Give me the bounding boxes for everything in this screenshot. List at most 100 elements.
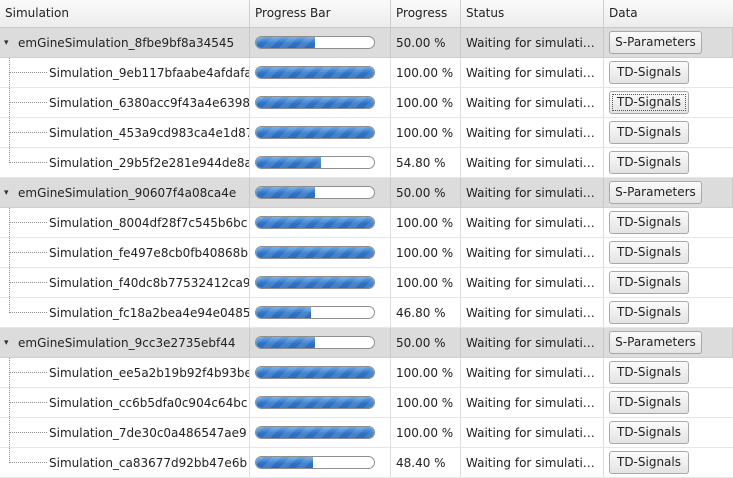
- td-signals-button[interactable]: TD-Signals: [609, 61, 689, 84]
- child-row[interactable]: Simulation_f40dc8b77532412ca9 100.00 % Wai…: [0, 268, 733, 298]
- progress-bar: [255, 156, 375, 169]
- status-cell: Waiting for simulation...: [461, 298, 604, 327]
- s-parameters-button[interactable]: S-Parameters: [609, 331, 702, 354]
- td-signals-button[interactable]: TD-Signals: [609, 451, 689, 474]
- progress-bar: [255, 426, 375, 439]
- group-name: emGineSimulation_90607f4a08ca4e: [18, 185, 237, 200]
- progress-value: 100.00 %: [391, 268, 461, 297]
- td-signals-button[interactable]: TD-Signals: [609, 271, 689, 294]
- progress-bar-fill: [256, 97, 374, 108]
- td-signals-button[interactable]: TD-Signals: [609, 121, 689, 144]
- data-cell: TD-Signals: [604, 418, 733, 447]
- progress-value: 48.40 %: [391, 448, 461, 477]
- progress-bar: [255, 366, 375, 379]
- group-row[interactable]: ▾ emGineSimulation_9cc3e2735ebf44 50.00 % W…: [0, 328, 733, 358]
- status-text: Waiting for simulation...: [466, 95, 599, 110]
- simulation-cell: Simulation_cc6b5dfa0c904c64bc: [0, 388, 250, 417]
- column-header-simulation[interactable]: Simulation: [0, 0, 250, 27]
- child-row[interactable]: Simulation_ee5a2b19b92f4b93be 100.00 % Wai…: [0, 358, 733, 388]
- progress-bar-fill: [256, 367, 374, 378]
- simulation-cell: Simulation_29b5f2e281e944de8a: [0, 148, 250, 177]
- tree-line-horizontal: [9, 72, 47, 73]
- data-cell: TD-Signals: [604, 358, 733, 387]
- tree-line-vertical: [9, 448, 10, 463]
- tree-line-horizontal: [9, 462, 47, 463]
- progress-bar: [255, 306, 375, 319]
- progress-bar-fill: [256, 187, 315, 198]
- child-row[interactable]: Simulation_453a9cd983ca4e1d87 100.00 % Wai…: [0, 118, 733, 148]
- status-text: Waiting for simulation...: [466, 395, 599, 410]
- td-signals-button[interactable]: TD-Signals: [609, 211, 689, 234]
- column-header-progress-bar[interactable]: Progress Bar: [250, 0, 391, 27]
- simulation-name: Simulation_453a9cd983ca4e1d87: [49, 125, 249, 140]
- expand-arrow-icon[interactable]: ▾: [4, 338, 15, 348]
- child-row[interactable]: Simulation_fc18a2bea4e94e0485 46.80 % Wait…: [0, 298, 733, 328]
- status-cell: Waiting for simulation...: [461, 58, 604, 87]
- progress-value: 100.00 %: [391, 118, 461, 147]
- group-row[interactable]: ▾ emGineSimulation_90607f4a08ca4e 50.00 % W…: [0, 178, 733, 208]
- column-header-status[interactable]: Status: [461, 0, 604, 27]
- progress-value: 100.00 %: [391, 418, 461, 447]
- td-signals-button[interactable]: TD-Signals: [609, 421, 689, 444]
- td-signals-button[interactable]: TD-Signals: [609, 151, 689, 174]
- td-signals-button[interactable]: TD-Signals: [609, 91, 689, 114]
- progress-bar-fill: [256, 217, 374, 228]
- td-signals-button[interactable]: TD-Signals: [609, 391, 689, 414]
- data-cell: S-Parameters: [604, 178, 733, 207]
- child-row[interactable]: Simulation_8004df28f7c545b6bc 100.00 % Wai…: [0, 208, 733, 238]
- data-cell: TD-Signals: [604, 388, 733, 417]
- progress-bar: [255, 126, 375, 139]
- simulation-name: Simulation_ca83677d92bb47e6b: [49, 455, 248, 470]
- child-row[interactable]: Simulation_7de30c0a486547ae9 100.00 % Wait…: [0, 418, 733, 448]
- s-parameters-button[interactable]: S-Parameters: [609, 181, 702, 204]
- status-cell: Waiting for simulation...: [461, 268, 604, 297]
- child-row[interactable]: Simulation_9eb117bfaabe4afdafa 100.00 % Wa…: [0, 58, 733, 88]
- status-text: Waiting for simulation...: [466, 185, 599, 200]
- child-row[interactable]: Simulation_ca83677d92bb47e6b 48.40 % Waiti…: [0, 448, 733, 478]
- progress-bar-fill: [256, 397, 374, 408]
- simulation-name: Simulation_8004df28f7c545b6bc: [49, 215, 248, 230]
- progress-bar: [255, 36, 375, 49]
- progress-value: 46.80 %: [391, 298, 461, 327]
- progress-bar-cell: [250, 358, 391, 387]
- data-cell: TD-Signals: [604, 238, 733, 267]
- progress-bar-cell: [250, 298, 391, 327]
- progress-bar-fill: [256, 277, 374, 288]
- child-row[interactable]: Simulation_6380acc9f43a4e6398 100.00 % Wai…: [0, 88, 733, 118]
- progress-value: 100.00 %: [391, 238, 461, 267]
- tree-line-horizontal: [9, 312, 47, 313]
- progress-value: 100.00 %: [391, 208, 461, 237]
- simulation-name: Simulation_cc6b5dfa0c904c64bc: [49, 395, 248, 410]
- simulation-name: Simulation_7de30c0a486547ae9: [49, 425, 247, 440]
- child-row[interactable]: Simulation_cc6b5dfa0c904c64bc 100.00 % Wai…: [0, 388, 733, 418]
- status-cell: Waiting for simulation...: [461, 178, 604, 207]
- progress-bar-fill: [256, 157, 321, 168]
- child-row[interactable]: Simulation_29b5f2e281e944de8a 54.80 % Wait…: [0, 148, 733, 178]
- status-text: Waiting for simulation...: [466, 305, 599, 320]
- tree-line-horizontal: [9, 252, 47, 253]
- column-header-progress[interactable]: Progress: [391, 0, 461, 27]
- status-cell: Waiting for simulation...: [461, 88, 604, 117]
- progress-bar: [255, 66, 375, 79]
- data-cell: TD-Signals: [604, 88, 733, 117]
- td-signals-button[interactable]: TD-Signals: [609, 301, 689, 324]
- simulation-name: Simulation_fe497e8cb0fb40868b: [49, 245, 248, 260]
- progress-bar: [255, 246, 375, 259]
- child-row[interactable]: Simulation_fe497e8cb0fb40868b 100.00 % Wai…: [0, 238, 733, 268]
- progress-bar-cell: [250, 388, 391, 417]
- simulation-cell: ▾ emGineSimulation_8fbe9bf8a34545: [0, 28, 250, 57]
- s-parameters-button[interactable]: S-Parameters: [609, 31, 702, 54]
- group-row[interactable]: ▾ emGineSimulation_8fbe9bf8a34545 50.00 % W…: [0, 28, 733, 58]
- progress-bar: [255, 276, 375, 289]
- tree-line-horizontal: [9, 132, 47, 133]
- td-signals-button[interactable]: TD-Signals: [609, 241, 689, 264]
- status-cell: Waiting for simulation...: [461, 418, 604, 447]
- column-header-data[interactable]: Data: [604, 0, 733, 27]
- expand-arrow-icon[interactable]: ▾: [4, 38, 15, 48]
- progress-value: 50.00 %: [391, 178, 461, 207]
- td-signals-button[interactable]: TD-Signals: [609, 361, 689, 384]
- progress-bar-fill: [256, 337, 315, 348]
- status-text: Waiting for simulation...: [466, 155, 599, 170]
- expand-arrow-icon[interactable]: ▾: [4, 188, 15, 198]
- progress-value: 100.00 %: [391, 58, 461, 87]
